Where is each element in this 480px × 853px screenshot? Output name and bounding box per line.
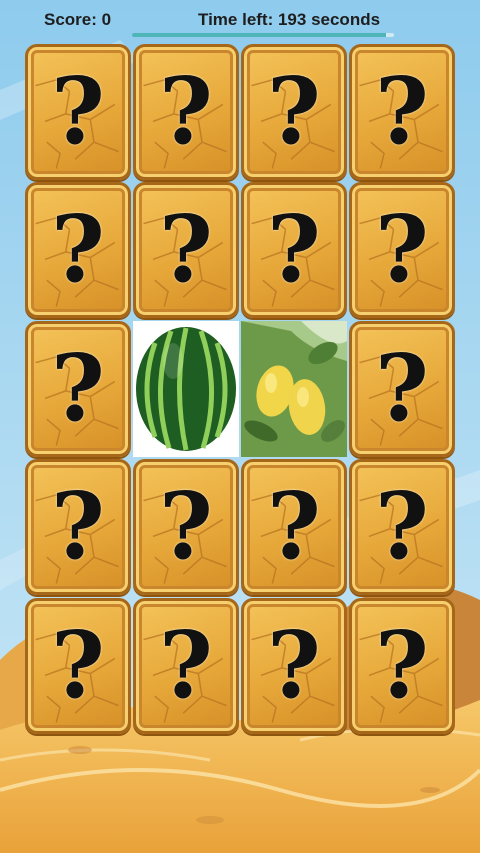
question-mark-icon: ? bbox=[51, 610, 105, 719]
card-revealed-r3c2[interactable] bbox=[133, 320, 239, 457]
card-hidden-r1c4[interactable]: ? bbox=[349, 44, 455, 180]
timer-progress-bar bbox=[132, 33, 394, 37]
watermelon-image bbox=[133, 320, 239, 457]
card-hidden-r4c2[interactable]: ? bbox=[133, 459, 239, 596]
card-hidden-r3c1[interactable]: ? bbox=[25, 320, 131, 457]
question-mark-icon: ? bbox=[159, 610, 213, 719]
score-label: Score: 0 bbox=[44, 10, 112, 29]
card-hidden-r4c3[interactable]: ? bbox=[241, 459, 347, 596]
card-hidden-r4c4[interactable]: ? bbox=[349, 459, 455, 596]
timer-progress-fill bbox=[132, 33, 387, 37]
card-hidden-r4c1[interactable]: ? bbox=[25, 459, 131, 596]
question-mark-icon: ? bbox=[159, 195, 213, 304]
question-mark-icon: ? bbox=[375, 57, 429, 165]
card-hidden-r1c2[interactable]: ? bbox=[133, 44, 239, 180]
question-mark-icon: ? bbox=[159, 57, 213, 165]
card-hidden-r2c2[interactable]: ? bbox=[133, 182, 239, 319]
card-hidden-r5c1[interactable]: ? bbox=[25, 597, 131, 734]
question-mark-icon: ? bbox=[51, 333, 105, 442]
question-mark-icon: ? bbox=[267, 57, 321, 165]
question-mark-icon: ? bbox=[51, 57, 105, 165]
question-mark-icon: ? bbox=[267, 195, 321, 304]
question-mark-icon: ? bbox=[51, 195, 105, 304]
question-mark-icon: ? bbox=[375, 333, 429, 442]
card-hidden-r3c4[interactable]: ? bbox=[349, 320, 455, 457]
question-mark-icon: ? bbox=[375, 195, 429, 304]
card-revealed-r3c3[interactable] bbox=[241, 320, 347, 457]
memory-card-grid: ? ? ? ? ? ? ? ? ? ? ? ? ? ? ? ? ? ? bbox=[24, 43, 456, 735]
card-hidden-r5c2[interactable]: ? bbox=[133, 597, 239, 734]
card-hidden-r2c3[interactable]: ? bbox=[241, 182, 347, 319]
question-mark-icon: ? bbox=[267, 610, 321, 719]
card-hidden-r5c4[interactable]: ? bbox=[349, 597, 455, 734]
question-mark-icon: ? bbox=[267, 472, 321, 581]
question-mark-icon: ? bbox=[51, 472, 105, 581]
card-hidden-r2c4[interactable]: ? bbox=[349, 182, 455, 319]
question-mark-icon: ? bbox=[159, 472, 213, 581]
game-hud: Score: 0 Time left: 193 seconds bbox=[0, 0, 480, 40]
card-hidden-r1c3[interactable]: ? bbox=[241, 44, 347, 180]
card-hidden-r1c1[interactable]: ? bbox=[25, 44, 131, 180]
question-mark-icon: ? bbox=[375, 472, 429, 581]
question-mark-icon: ? bbox=[375, 610, 429, 719]
time-left-label: Time left: 193 seconds bbox=[198, 10, 381, 29]
card-hidden-r2c1[interactable]: ? bbox=[25, 182, 131, 319]
lemon-image bbox=[241, 320, 347, 457]
card-hidden-r5c3[interactable]: ? bbox=[241, 597, 347, 734]
